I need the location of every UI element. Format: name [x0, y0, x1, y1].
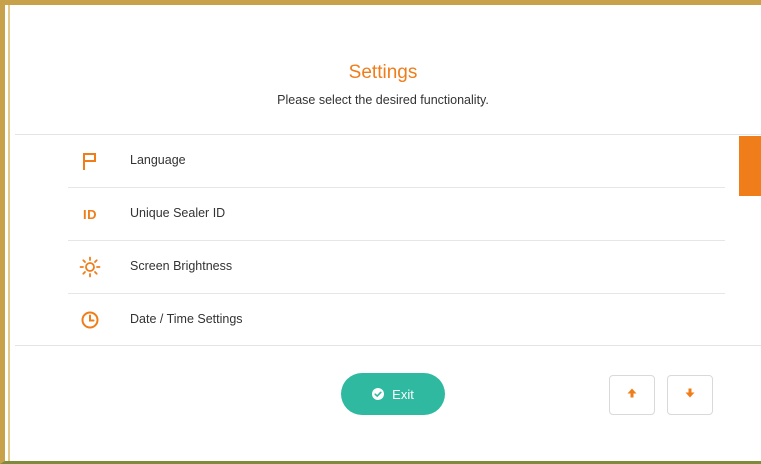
exit-button-label: Exit	[392, 386, 414, 402]
flag-icon	[78, 149, 102, 173]
list-item-date-time-settings[interactable]: Date / Time Settings	[68, 294, 725, 346]
list-item-screen-brightness[interactable]: Screen Brightness	[68, 241, 725, 294]
id-icon: ID	[78, 202, 102, 226]
scroll-down-button[interactable]	[667, 375, 713, 415]
arrow-up-icon	[626, 386, 638, 404]
list-item-label: Screen Brightness	[130, 259, 233, 273]
list-item-label: Date / Time Settings	[130, 312, 243, 326]
id-icon-text: ID	[83, 206, 97, 222]
settings-list: Language ID Unique Sealer ID Screen Brig…	[68, 135, 725, 346]
settings-list-region: Language ID Unique Sealer ID Screen Brig…	[15, 134, 761, 346]
sun-icon	[78, 255, 102, 279]
list-item-unique-sealer-id[interactable]: ID Unique Sealer ID	[68, 188, 725, 241]
header: Settings Please select the desired funct…	[5, 5, 761, 133]
exit-button[interactable]: Exit	[341, 373, 445, 415]
clock-icon	[78, 308, 102, 332]
check-circle-icon	[372, 388, 385, 400]
scrollbar-thumb[interactable]	[739, 136, 761, 196]
arrow-down-icon	[684, 386, 696, 404]
scroll-up-button[interactable]	[609, 375, 655, 415]
list-item-label: Language	[130, 153, 186, 167]
page-subtitle: Please select the desired functionality.	[277, 93, 489, 107]
page-title: Settings	[348, 62, 418, 83]
list-item-language[interactable]: Language	[68, 135, 725, 188]
settings-window: Settings Please select the desired funct…	[0, 0, 761, 464]
list-scrollbar[interactable]	[739, 135, 761, 345]
list-item-label: Unique Sealer ID	[130, 206, 226, 220]
